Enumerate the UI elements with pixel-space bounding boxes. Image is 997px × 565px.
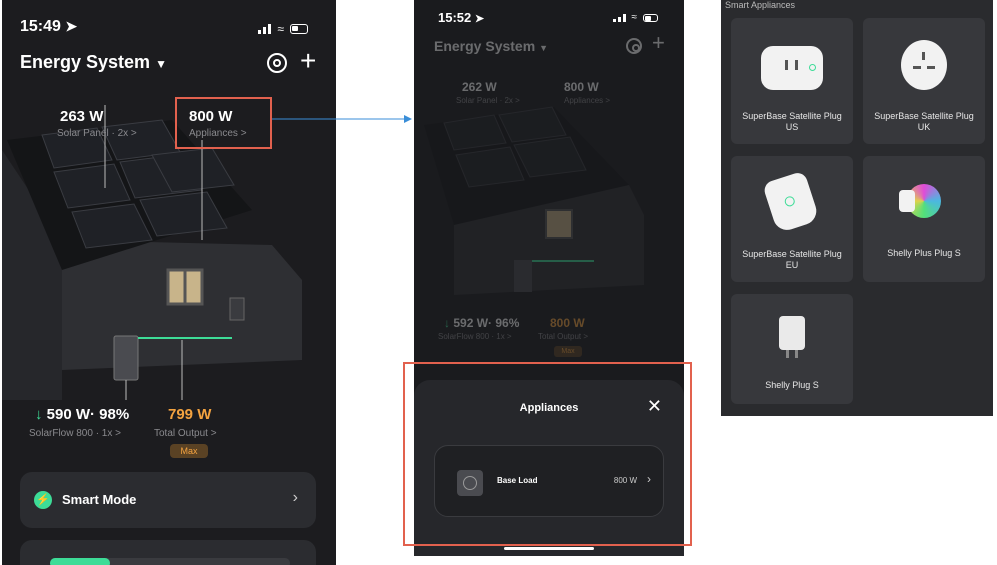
output-mode-badge: Max [170, 444, 208, 458]
solarflow-power-value: ↓ 590 W· 98% [35, 406, 130, 423]
status-time: 15:49 ➤ [20, 18, 78, 35]
solar-power-value: 263 W [60, 108, 104, 125]
smart-appliances-panel: Smart Appliances SuperBase Satellite Plu… [721, 0, 993, 416]
smart-mode-card[interactable]: ⚡ Smart Mode › [20, 472, 316, 528]
appliance-name: Shelly Plug S [765, 380, 819, 391]
signal-icon [258, 24, 272, 34]
appliance-name: Shelly Plus Plug S [887, 248, 961, 259]
section-header: Smart Appliances [725, 0, 796, 10]
appliances-power-value: 800 W [564, 80, 599, 94]
solarflow-link[interactable]: SolarFlow 800 · 1x > [29, 428, 121, 439]
total-output-link: Total Output > [538, 332, 589, 341]
battery-icon [290, 24, 308, 34]
output-mode-badge: Max [554, 346, 582, 357]
system-selector[interactable]: Energy System ▼ [20, 52, 167, 73]
appliance-item[interactable]: Shelly Plus Plug S [863, 156, 985, 282]
sheet-highlight [403, 362, 692, 546]
system-selector: Energy System ▼ [434, 38, 548, 54]
plug-eu-icon [762, 170, 820, 234]
solar-panel-link: Solar Panel · 2x > [456, 96, 520, 105]
plug-rgb-icon [899, 184, 941, 218]
settings-icon[interactable] [267, 53, 287, 73]
solar-panel-link[interactable]: Solar Panel · 2x > [57, 128, 137, 139]
solar-power-value: 262 W [462, 80, 497, 94]
plug-uk-icon [901, 40, 947, 90]
house-illustration [2, 105, 302, 400]
appliance-name: SuperBase Satellite Plug EU [742, 248, 842, 271]
appliance-item[interactable]: Shelly Plug S [731, 294, 853, 404]
add-icon: + [652, 30, 665, 55]
total-output-value: 799 W [168, 406, 212, 423]
mode-slider-fill [50, 558, 110, 565]
chevron-right-icon: › [292, 489, 298, 506]
total-output-value: 800 W [550, 316, 585, 330]
solarflow-link: SolarFlow 800 · 1x > [438, 332, 512, 341]
flow-arrow [272, 115, 412, 123]
screen-energy-system: 15:49 ➤ ≈ Energy System ▼ + 263 W Solar … [2, 0, 336, 565]
appliances-highlight [175, 97, 272, 149]
smart-mode-label: Smart Mode [62, 492, 137, 507]
status-icons: ≈ [258, 22, 308, 36]
mode-slider-track[interactable] [50, 558, 290, 565]
appliance-name: SuperBase Satellite Plug UK [874, 110, 974, 133]
appliance-name: SuperBase Satellite Plug US [742, 110, 842, 133]
appliance-item[interactable]: SuperBase Satellite Plug UK [863, 18, 985, 144]
lightning-icon: ⚡ [34, 491, 52, 509]
appliance-item[interactable]: SuperBase Satellite Plug EU [731, 156, 853, 282]
house-illustration [424, 106, 644, 295]
appliances-link: Appliances > [564, 96, 611, 105]
plug-shelly-icon [779, 316, 805, 358]
wifi-icon: ≈ [277, 22, 284, 36]
total-output-link[interactable]: Total Output > [154, 428, 217, 439]
plug-us-icon [761, 46, 823, 90]
add-icon[interactable]: + [300, 47, 316, 75]
solarflow-power-value: ↓ 592 W· 96% [444, 316, 520, 330]
appliance-item[interactable]: SuperBase Satellite Plug US [731, 18, 853, 144]
mode-slider-card[interactable] [20, 540, 316, 565]
settings-icon [626, 38, 642, 54]
home-indicator [504, 547, 594, 550]
